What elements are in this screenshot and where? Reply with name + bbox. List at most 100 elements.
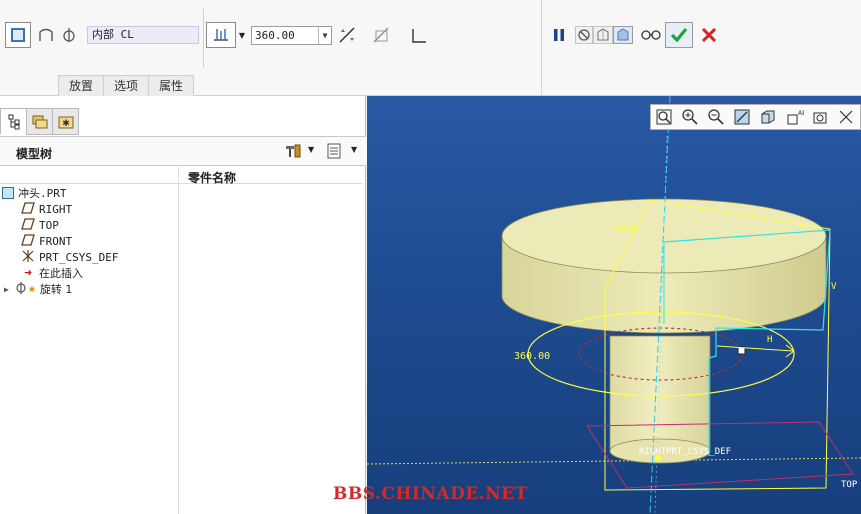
verify-preview-button[interactable] <box>613 26 633 44</box>
tree-item-label: RIGHT <box>39 202 73 216</box>
saved-views-button[interactable]: AB <box>781 105 807 129</box>
blind-depth-icon <box>214 29 228 41</box>
tree-item-revolve[interactable]: ▶ ✱ 旋转 1 <box>4 281 72 297</box>
dashboard-tabs: 放置 选项 属性 <box>58 75 195 96</box>
app-window: 内部 CL ▼ 360.00 ▼ 放置 选项 属性 ✱ 模型树 ▼ ▼ 零件名称… <box>0 0 861 514</box>
tree-item-right[interactable]: RIGHT <box>20 201 72 217</box>
close-icon <box>701 27 717 43</box>
glasses-preview-button[interactable] <box>639 26 663 44</box>
tree-item-part[interactable]: 冲头.PRT <box>2 185 67 201</box>
preview-icon <box>597 28 609 41</box>
confirm-button[interactable] <box>665 22 693 48</box>
chevron-down-icon[interactable]: ▼ <box>308 145 314 154</box>
folder-icon <box>32 115 47 128</box>
model-view[interactable]: 360.00 FRONT TOP RIGHT PRT_CSYS_DEF V H <box>367 96 861 514</box>
model-tree-icon <box>8 114 19 129</box>
tree-item-label: PRT_CSYS_DEF <box>39 250 119 264</box>
tab-folder-browser[interactable] <box>26 108 53 135</box>
graphics-window[interactable]: 360.00 FRONT TOP RIGHT PRT_CSYS_DEF V H … <box>367 96 861 514</box>
svg-text:✱: ✱ <box>29 284 35 295</box>
view-manager-icon <box>813 112 827 124</box>
svg-text:✱: ✱ <box>62 119 70 129</box>
tree-item-label: FRONT <box>39 234 73 248</box>
view-toolbar: AB <box>650 104 861 130</box>
datum-display-button[interactable] <box>833 105 859 129</box>
datum-plane-icon <box>20 233 36 249</box>
verify-icon <box>617 28 629 41</box>
tab-options[interactable]: 选项 <box>103 75 150 96</box>
settings-icon[interactable] <box>284 143 302 163</box>
datum-plane-icon <box>20 217 36 233</box>
expand-arrow-icon[interactable]: ▶ <box>4 285 9 294</box>
zoom-in-icon <box>682 109 698 125</box>
angle-input[interactable]: 360.00 ▼ <box>251 26 332 45</box>
tree-item-csys[interactable]: PRT_CSYS_DEF <box>20 249 118 265</box>
axis-reference-field[interactable]: 内部 CL <box>87 26 199 44</box>
repaint-icon <box>734 109 750 125</box>
tree-item-top[interactable]: TOP <box>20 217 59 233</box>
angle-dimension-label[interactable]: 360.00 <box>514 351 550 362</box>
insert-arrow-icon: ➜ <box>24 265 32 281</box>
checkmark-icon <box>670 27 688 43</box>
top-plane-label: TOP <box>841 480 858 490</box>
solid-button[interactable] <box>5 22 31 48</box>
tab-model-tree[interactable] <box>0 108 27 135</box>
remove-material-button[interactable] <box>370 24 392 46</box>
navigator-panel: ✱ 模型树 ▼ ▼ 零件名称 冲头.PRT RIGHT TOP FRONT PR… <box>0 96 366 514</box>
navigator-tabs: ✱ <box>0 108 79 136</box>
surface-icon <box>39 28 53 41</box>
thicken-button[interactable] <box>408 24 430 46</box>
svg-text:AB: AB <box>798 110 804 117</box>
chevron-down-icon[interactable]: ▼ <box>318 27 331 44</box>
thicken-icon <box>412 29 426 43</box>
top-plane-trace <box>367 457 861 465</box>
v-label: V <box>831 282 837 292</box>
watermark: BBS.CHINADE.NET <box>333 484 528 504</box>
front-plane-label: FRONT <box>612 225 640 235</box>
favorites-icon: ✱ <box>58 116 73 129</box>
revolve-dashboard: 内部 CL ▼ 360.00 ▼ 放置 选项 属性 <box>0 0 861 96</box>
tree-item-front[interactable]: FRONT <box>20 233 72 249</box>
zoom-out-button[interactable] <box>703 105 729 129</box>
tab-placement[interactable]: 放置 <box>58 75 105 96</box>
angle-value: 360.00 <box>255 29 295 42</box>
tree-item-label: 在此插入 <box>39 267 83 280</box>
pause-button[interactable] <box>549 25 569 45</box>
tree-item-insert-here[interactable]: ➜ 在此插入 <box>20 265 83 281</box>
model-tree-header: 模型树 ▼ ▼ <box>0 136 366 166</box>
datum-display-icon <box>839 110 853 124</box>
cancel-button[interactable] <box>698 24 720 46</box>
pause-icon <box>554 29 564 41</box>
surface-button[interactable] <box>36 24 56 46</box>
glasses-icon <box>641 30 661 40</box>
part-icon <box>2 187 14 199</box>
flip-direction-icon <box>339 27 355 43</box>
column-divider[interactable] <box>178 167 179 514</box>
view-manager-button[interactable] <box>807 105 833 129</box>
tab-properties[interactable]: 属性 <box>148 75 195 96</box>
part-name-column[interactable]: 零件名称 <box>188 169 236 186</box>
attached-preview-button[interactable] <box>593 26 613 44</box>
revolve-icon: ✱ <box>13 281 37 298</box>
angle-option-dropdown[interactable]: ▼ <box>237 24 247 46</box>
model-tree-title: 模型树 <box>16 147 53 161</box>
flip-direction-button[interactable] <box>337 24 357 46</box>
tree-item-label: TOP <box>39 218 59 232</box>
tab-favorites[interactable]: ✱ <box>52 108 79 135</box>
tree-item-label: 旋转 1 <box>39 283 73 296</box>
chevron-down-icon[interactable]: ▼ <box>351 145 357 154</box>
no-preview-icon <box>578 29 590 41</box>
refit-button[interactable] <box>651 105 677 129</box>
datum-plane-icon <box>20 201 36 217</box>
show-options-icon[interactable] <box>326 143 342 163</box>
angle-option-button[interactable] <box>206 22 236 48</box>
zoom-in-button[interactable] <box>677 105 703 129</box>
axis-button[interactable] <box>59 24 79 46</box>
h-label: H <box>767 335 772 345</box>
axis-icon <box>63 28 75 42</box>
right-plane-label: RIGHT <box>639 447 667 457</box>
no-preview-button[interactable] <box>575 26 593 44</box>
csys-icon <box>20 249 36 266</box>
display-style-button[interactable] <box>755 105 781 129</box>
repaint-button[interactable] <box>729 105 755 129</box>
